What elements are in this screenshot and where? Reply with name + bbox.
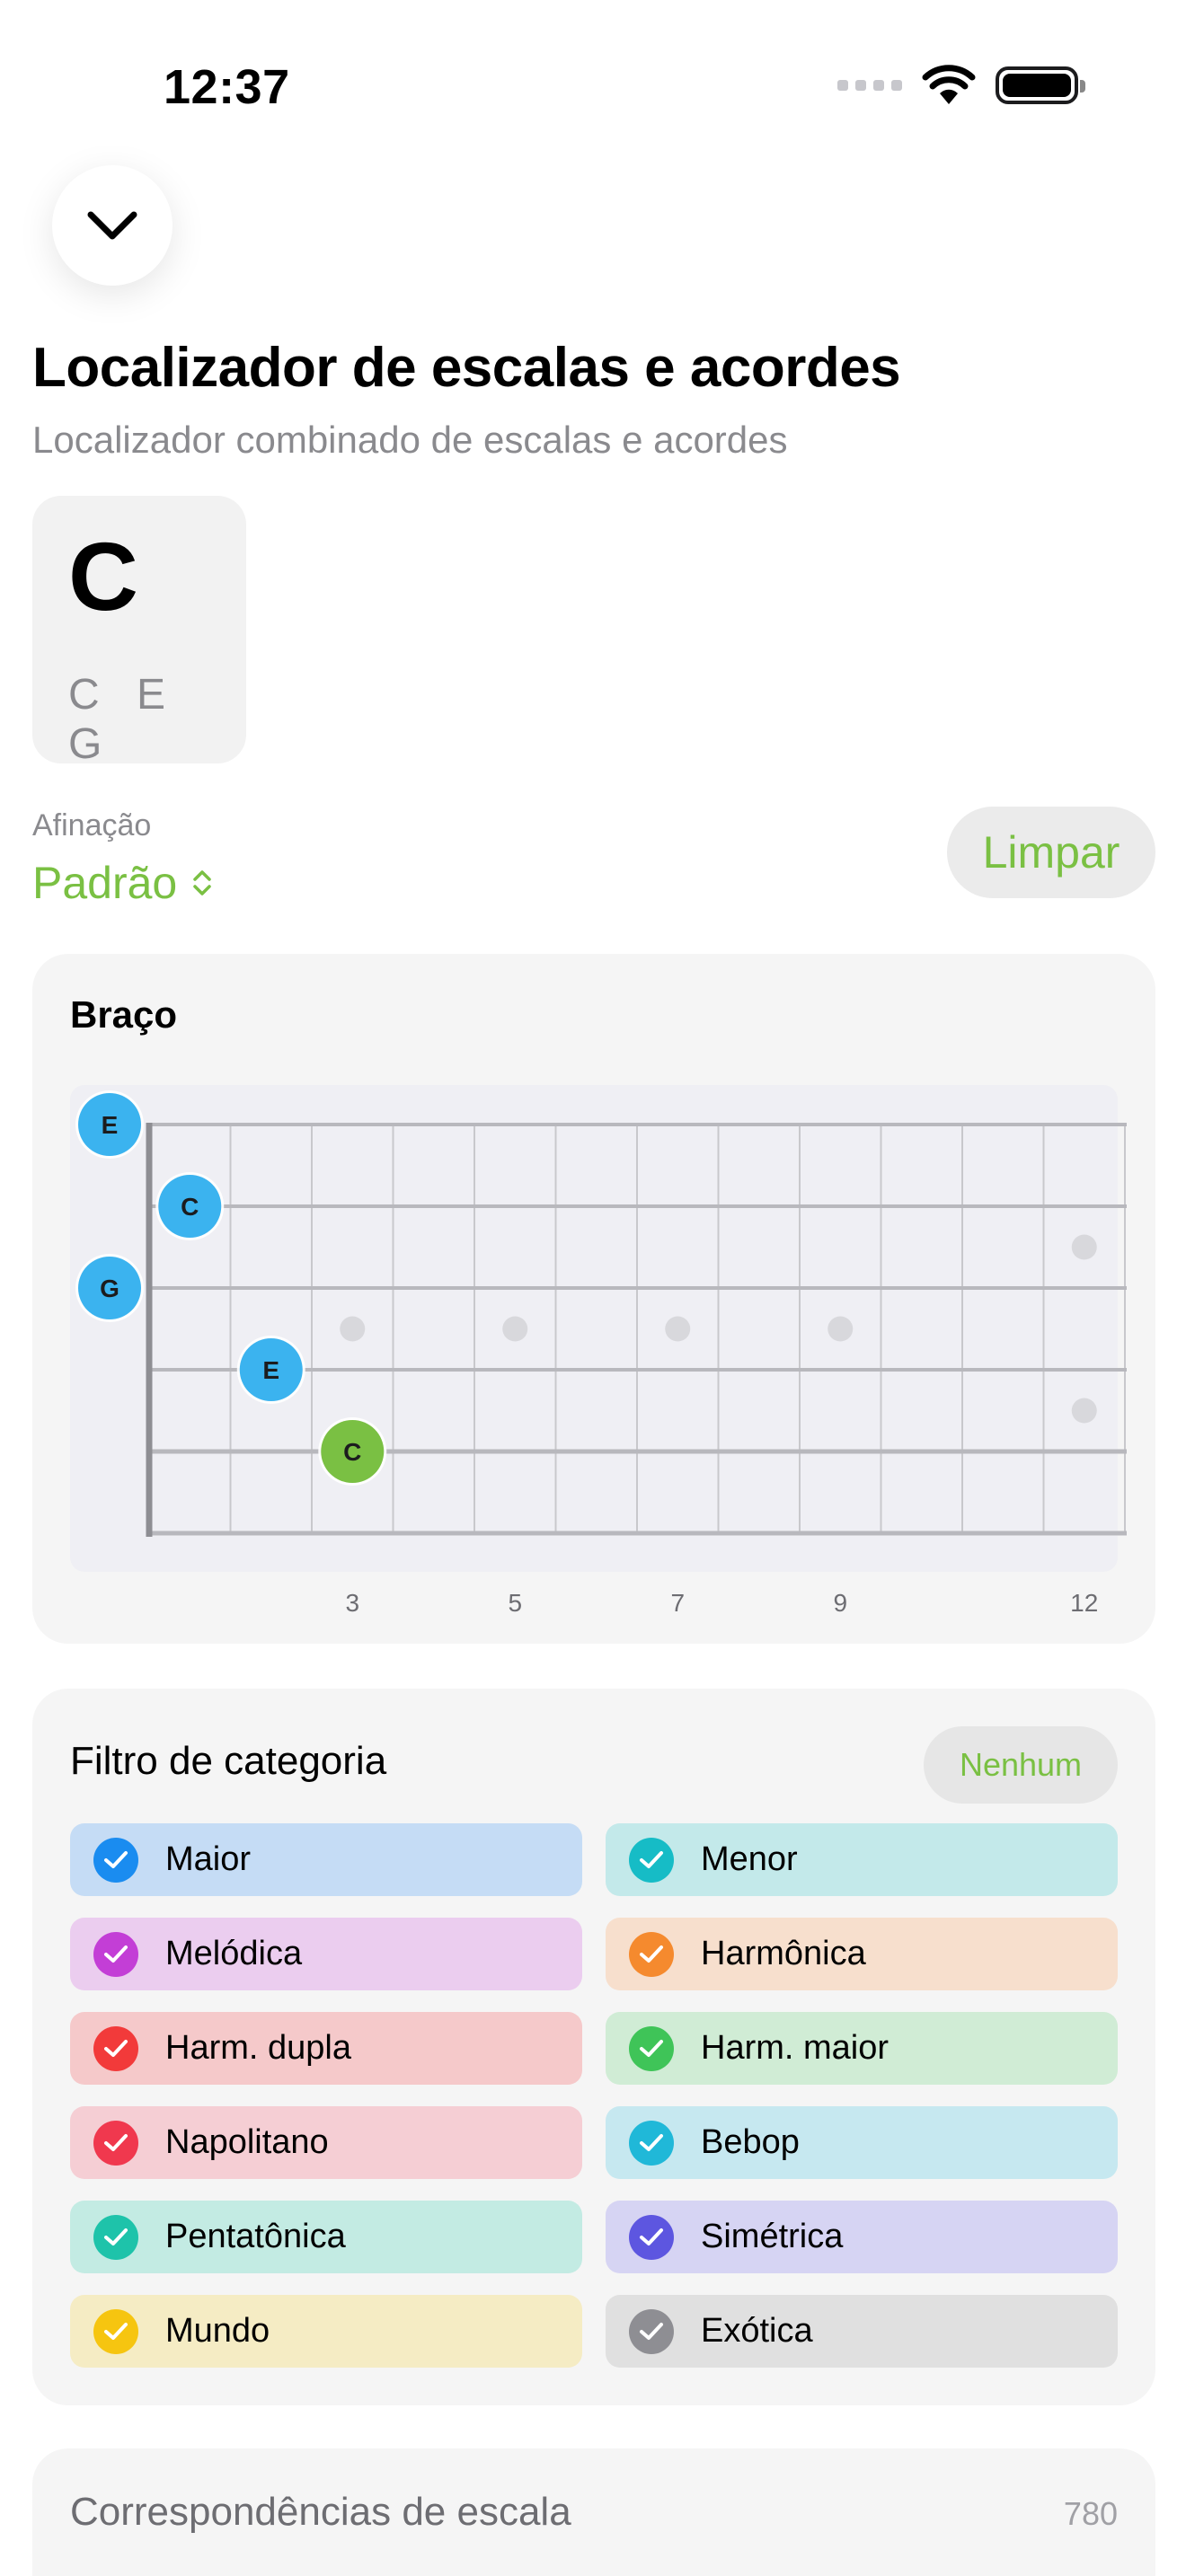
category-chip[interactable]: Harm. dupla <box>70 2012 582 2085</box>
category-chip-label: Bebop <box>701 2123 800 2161</box>
fret-marker <box>1071 1398 1097 1424</box>
checkmark-icon <box>629 1837 674 1883</box>
fret-number-label: 9 <box>833 1589 847 1617</box>
fret-marker <box>828 1316 854 1342</box>
battery-icon <box>996 66 1085 104</box>
category-chip[interactable]: Maior <box>70 1823 582 1896</box>
note-label: E <box>262 1356 279 1384</box>
category-chip[interactable]: Melódica <box>70 1918 582 1990</box>
category-chip-label: Exótica <box>701 2312 813 2350</box>
note-label: C <box>343 1438 361 1466</box>
chevron-up-down-icon <box>193 870 211 895</box>
scale-matches-card[interactable]: Correspondências de escala 780 <box>32 2448 1155 2576</box>
category-list: Maior Menor Melódica Harmônica Harm. dupla Ha… <box>70 1823 1118 2368</box>
category-filter-card: Filtro de categoria Nenhum Maior Menor Mel… <box>32 1689 1155 2405</box>
category-chip-label: Pentatônica <box>165 2218 346 2255</box>
category-chip-label: Simétrica <box>701 2218 844 2255</box>
note-label: G <box>100 1275 119 1302</box>
category-filter-title: Filtro de categoria <box>70 1739 387 1783</box>
checkmark-icon <box>629 2025 674 2071</box>
fret-number-label: 12 <box>1070 1589 1098 1617</box>
category-chip-label: Harm. maior <box>701 2029 890 2067</box>
category-chip[interactable]: Mundo <box>70 2295 582 2368</box>
checkmark-icon <box>93 2025 138 2071</box>
category-chip[interactable]: Pentatônica <box>70 2201 582 2273</box>
tuning-value: Padrão <box>32 858 178 908</box>
page-title: Localizador de escalas e acordes <box>32 337 901 399</box>
fret-number-label: 7 <box>670 1589 685 1617</box>
checkmark-icon <box>629 1931 674 1977</box>
category-chip[interactable]: Bebop <box>606 2106 1118 2179</box>
checkmark-icon <box>93 1931 138 1977</box>
fretboard[interactable]: 3 5 7 9 12 E C G E C <box>32 954 1155 1644</box>
collapse-button[interactable] <box>52 165 173 286</box>
category-chip[interactable]: Napolitano <box>70 2106 582 2179</box>
fret-marker <box>502 1316 528 1342</box>
tuning-label: Afinação <box>32 808 152 842</box>
none-button[interactable]: Nenhum <box>924 1726 1118 1804</box>
fret-marker <box>1071 1234 1097 1260</box>
fretboard-card: Braço 3 5 7 9 12 E C G E C <box>32 954 1155 1644</box>
category-chip[interactable]: Harmônica <box>606 1918 1118 1990</box>
note-label: E <box>102 1111 119 1139</box>
category-chip[interactable]: Exótica <box>606 2295 1118 2368</box>
scale-matches-count: 780 <box>1063 2495 1118 2532</box>
checkmark-icon <box>93 2308 138 2354</box>
checkmark-icon <box>629 2214 674 2260</box>
page-subtitle: Localizador combinado de escalas e acord… <box>32 419 788 461</box>
clear-button[interactable]: Limpar <box>947 807 1155 898</box>
tuning-selector[interactable]: Padrão <box>32 857 213 909</box>
wifi-icon <box>922 65 976 104</box>
note-label: C <box>181 1193 199 1221</box>
scale-matches-title: Correspondências de escala <box>70 2490 571 2534</box>
chord-name: C <box>68 522 138 631</box>
status-time: 12:37 <box>164 60 290 114</box>
fretboard-background <box>70 1085 1118 1572</box>
category-chip[interactable]: Simétrica <box>606 2201 1118 2273</box>
fret-number-label: 3 <box>345 1589 359 1617</box>
checkmark-icon <box>93 2214 138 2260</box>
category-chip[interactable]: Menor <box>606 1823 1118 1896</box>
chord-card[interactable]: C C E G <box>32 496 246 768</box>
category-chip-label: Harm. dupla <box>165 2029 351 2067</box>
fret-marker <box>340 1316 366 1342</box>
fret-number-label: 5 <box>508 1589 522 1617</box>
fret-marker <box>665 1316 691 1342</box>
category-chip-label: Maior <box>165 1840 252 1878</box>
cellular-signal-icon <box>837 80 902 91</box>
category-chip-label: Mundo <box>165 2312 270 2350</box>
checkmark-icon <box>93 1837 138 1883</box>
checkmark-icon <box>629 2308 674 2354</box>
category-chip[interactable]: Harm. maior <box>606 2012 1118 2085</box>
status-icons <box>837 65 1085 106</box>
chord-notes: C E G <box>68 671 179 768</box>
checkmark-icon <box>93 2120 138 2166</box>
chevron-down-icon <box>87 211 137 240</box>
category-chip-label: Harmônica <box>701 1935 866 1972</box>
category-chip-label: Napolitano <box>165 2123 329 2161</box>
category-chip-label: Menor <box>701 1840 798 1878</box>
checkmark-icon <box>629 2120 674 2166</box>
category-chip-label: Melódica <box>165 1935 303 1972</box>
